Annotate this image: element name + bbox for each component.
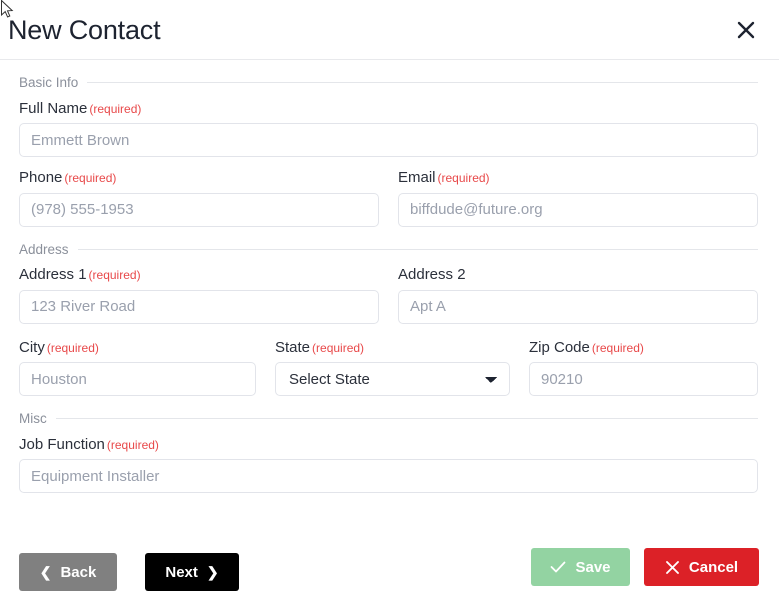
address1-input[interactable] [19, 289, 379, 324]
job-function-input[interactable] [19, 459, 758, 493]
check-icon [550, 560, 566, 574]
required-tag: (required) [88, 268, 141, 282]
email-input[interactable] [398, 192, 758, 227]
field-job-function: Job Function (required) [19, 435, 758, 493]
section-address: Address [19, 241, 758, 257]
back-button[interactable]: ❮ Back [19, 553, 117, 591]
required-tag: (required) [591, 340, 644, 355]
required-tag: (required) [106, 437, 159, 452]
new-contact-dialog: New Contact Basic Info Full Name (require… [0, 0, 779, 603]
cancel-button[interactable]: Cancel [644, 548, 759, 586]
dialog-header: New Contact [0, 0, 779, 60]
section-divider [87, 82, 758, 84]
dialog-footer: ❮ Back Next ❯ Save Cancel [0, 541, 779, 603]
section-misc: Misc [19, 412, 758, 426]
required-tag: (required) [437, 171, 490, 185]
label-address2: Address 2 [398, 266, 466, 283]
full-name-input[interactable] [19, 123, 758, 157]
save-button[interactable]: Save [531, 548, 630, 586]
label-phone: Phone (required) [19, 169, 117, 186]
close-button[interactable] [731, 15, 761, 45]
required-tag: (required) [64, 171, 117, 185]
label-city: City (required) [19, 338, 99, 356]
back-button-label: Back [60, 563, 97, 581]
field-city: City (required) [19, 338, 256, 396]
required-tag: (required) [46, 340, 99, 355]
field-email: Email (required) [398, 169, 758, 227]
field-phone: Phone (required) [19, 169, 379, 227]
state-select[interactable]: Select State [275, 362, 510, 396]
chevron-right-icon: ❯ [206, 564, 219, 580]
dialog-body: Basic Info Full Name(required) Phone(req… [0, 60, 779, 493]
chevron-left-icon: ❮ [39, 564, 52, 580]
section-label-address: Address [19, 241, 69, 257]
address2-input[interactable] [398, 289, 758, 324]
address-row: Address 1(required) Address 2 [19, 266, 758, 324]
navigation-button-group: ❮ Back Next ❯ [19, 553, 239, 591]
required-tag: (required) [312, 340, 365, 355]
page-title: New Contact [8, 15, 161, 45]
label-address1: Address 1 (required) [19, 266, 141, 283]
section-divider [55, 418, 758, 420]
x-icon [665, 560, 680, 575]
job-function-row: Job Function (required) [19, 435, 758, 493]
next-button[interactable]: Next ❯ [145, 553, 239, 591]
next-button-label: Next [165, 563, 198, 581]
label-full-name: Full Name (required) [19, 99, 142, 117]
label-email: Email (required) [398, 169, 490, 186]
field-address1: Address 1 (required) [19, 266, 379, 324]
section-label-misc: Misc [19, 411, 47, 426]
label-zip: Zip Code (required) [529, 338, 644, 356]
label-job-function: Job Function (required) [19, 435, 159, 453]
close-icon [735, 19, 757, 41]
field-zip: Zip Code (required) [529, 338, 758, 396]
zip-input[interactable] [529, 362, 758, 396]
phone-input[interactable] [19, 192, 379, 227]
phone-email-row: Phone(required) Email(required) [19, 169, 758, 227]
section-divider [77, 248, 758, 250]
label-state: State (required) [275, 338, 365, 356]
required-tag: (required) [89, 101, 142, 116]
section-basic-info: Basic Info [19, 76, 758, 90]
section-label-basic-info: Basic Info [19, 75, 79, 90]
full-name-row: Full Name (required) [19, 99, 758, 157]
save-button-label: Save [575, 558, 611, 576]
action-button-group: Save Cancel [531, 548, 759, 586]
city-input[interactable] [19, 362, 256, 396]
cancel-button-label: Cancel [688, 558, 739, 576]
city-state-zip-row: City(required) State(required) Select St… [19, 338, 758, 396]
field-address2: Address 2 [398, 266, 758, 324]
field-state: State (required) Select State [275, 338, 510, 396]
field-full-name: Full Name (required) [19, 99, 758, 157]
